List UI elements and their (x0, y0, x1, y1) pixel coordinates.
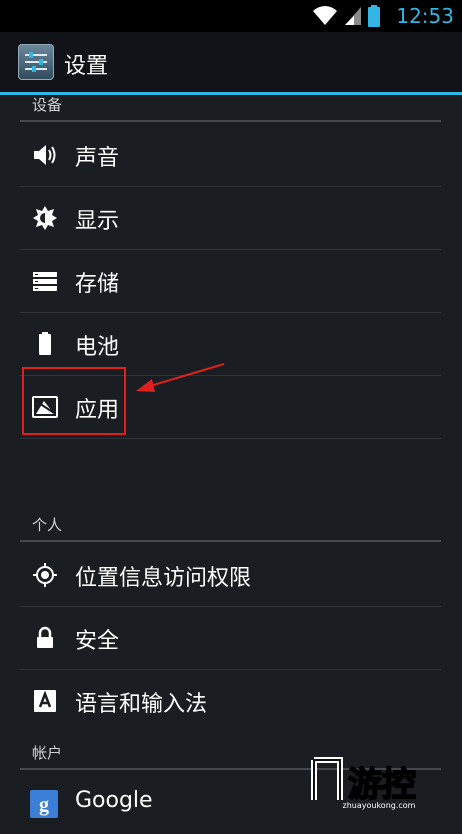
storage-icon (32, 268, 58, 294)
settings-item-sound[interactable]: 声音 (20, 124, 441, 186)
item-label: 显示 (75, 209, 120, 234)
status-time: 12:53 (396, 4, 454, 28)
wifi-icon (313, 6, 338, 26)
section-header-device: 设备 (32, 96, 63, 114)
item-label: 位置信息访问权限 (75, 566, 252, 591)
settings-item-storage[interactable]: 存储 (20, 250, 441, 312)
section-divider (20, 120, 441, 122)
settings-item-security[interactable]: 安全 (20, 607, 441, 669)
settings-item-language-input[interactable]: 语言和输入法 (20, 670, 441, 732)
location-icon (32, 562, 58, 588)
section-header-accounts: 帐户 (32, 744, 63, 762)
item-label: 存储 (75, 272, 120, 297)
item-label: 语言和输入法 (75, 692, 208, 717)
lock-icon (32, 625, 58, 651)
section-header-personal: 个人 (32, 516, 63, 534)
watermark-subtext: zhuayoukong.com (343, 801, 416, 810)
item-label: Google (75, 788, 153, 813)
page-title: 设置 (64, 54, 109, 79)
svg-text:g: g (39, 794, 49, 816)
google-icon: g (30, 790, 58, 818)
battery-icon (32, 331, 58, 357)
settings-item-display[interactable]: 显示 (20, 187, 441, 249)
settings-app-icon[interactable] (18, 44, 54, 80)
item-divider (20, 438, 441, 439)
watermark-logo: 游控 zhuayoukong.com (310, 754, 448, 810)
speaker-icon (32, 142, 58, 168)
battery-status-icon (368, 5, 381, 27)
section-divider (20, 540, 441, 542)
status-bar: 12:53 (0, 0, 462, 32)
annotation-highlight-box (22, 367, 126, 435)
action-bar-divider (0, 92, 462, 95)
signal-icon (345, 7, 362, 25)
settings-item-battery[interactable]: 电池 (20, 313, 441, 375)
settings-item-location[interactable]: 位置信息访问权限 (20, 544, 441, 606)
item-label: 安全 (75, 629, 120, 654)
item-label: 电池 (75, 335, 120, 360)
brightness-icon (32, 205, 58, 231)
keyboard-a-icon (32, 688, 58, 714)
item-label: 声音 (75, 146, 120, 171)
watermark-text: 游控 (348, 765, 416, 805)
